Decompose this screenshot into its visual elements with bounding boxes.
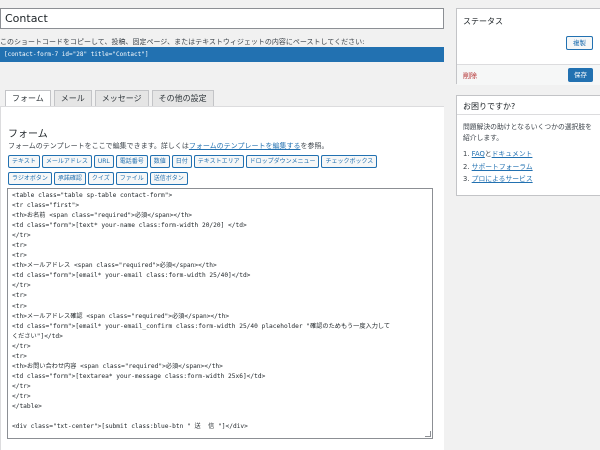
tag-button-acceptance[interactable]: 承諾確認: [53, 172, 86, 185]
tab-mail[interactable]: メール: [53, 90, 92, 107]
tag-button-quiz[interactable]: クイズ: [87, 172, 114, 185]
form-template-code: <table class="table sp-table contact-for…: [12, 192, 391, 431]
list-item: 1. FAQとドキュメント: [463, 148, 533, 161]
tag-button-submit[interactable]: 送信ボタン: [149, 172, 188, 185]
help-box: お困りですか? 問題解決の助けとなるいくつかの選択肢を紹介します。 1. FAQ…: [456, 95, 600, 196]
tag-generator-row-2: ラジオボタン 承諾確認 クイズ ファイル 送信ボタン: [8, 172, 188, 185]
tab-additional-settings[interactable]: その他の設定: [151, 90, 214, 107]
tag-button-radio[interactable]: ラジオボタン: [8, 172, 52, 185]
shortcode-hint: このショートコードをコピーして、投稿、固定ページ、またはテキストウィジェットの内…: [0, 38, 365, 46]
list-item: 2. サポートフォーラム: [463, 161, 533, 174]
list-conjunction: と: [484, 150, 492, 158]
support-forum-link[interactable]: サポートフォーラム: [472, 163, 533, 171]
panel-desc-suffix: を参照。: [300, 142, 329, 150]
docs-link[interactable]: ドキュメント: [492, 150, 533, 158]
help-divider: [457, 114, 600, 115]
editor-tabs: フォーム メール メッセージ その他の設定: [5, 90, 214, 108]
form-template-help-link[interactable]: フォームのテンプレートを編集する: [189, 142, 301, 150]
save-button[interactable]: 保存: [568, 68, 593, 82]
list-number: 2.: [463, 162, 470, 171]
tag-button-textarea[interactable]: テキストエリア: [193, 155, 244, 168]
form-template-textarea[interactable]: <table class="table sp-table contact-for…: [7, 188, 433, 439]
list-item: 3. プロによるサービス: [463, 173, 533, 186]
help-links: 1. FAQとドキュメント 2. サポートフォーラム 3. プロによるサービス: [463, 148, 533, 186]
panel-description: フォームのテンプレートをここで編集できます。詳しくはフォームのテンプレートを編集…: [8, 141, 328, 151]
tag-button-checkbox[interactable]: チェックボックス: [321, 155, 378, 168]
tag-button-text[interactable]: テキスト: [8, 155, 40, 168]
list-number: 3.: [463, 175, 470, 183]
status-box: ステータス 複製 削除 保存: [456, 8, 600, 85]
tag-button-tel[interactable]: 電話番号: [115, 155, 148, 168]
list-number: 1.: [463, 150, 470, 158]
tab-messages[interactable]: メッセージ: [94, 90, 149, 107]
duplicate-button[interactable]: 複製: [566, 36, 593, 50]
tag-button-number[interactable]: 数値: [149, 155, 170, 168]
panel-desc-prefix: フォームのテンプレートをここで編集できます。詳しくは: [8, 142, 189, 150]
panel-title: フォーム: [8, 129, 48, 140]
tag-generator-row-1: テキスト メールアドレス URL 電話番号 数値 日付 テキストエリア ドロップ…: [8, 155, 378, 168]
status-title: ステータス: [463, 17, 503, 26]
tag-button-url[interactable]: URL: [93, 155, 114, 168]
faq-link[interactable]: FAQ: [472, 150, 485, 158]
shortcode-field[interactable]: [contact-form-7 id="28" title="Contact"]: [0, 47, 444, 62]
tag-button-date[interactable]: 日付: [171, 155, 192, 168]
resize-handle-icon[interactable]: [425, 431, 431, 437]
tag-button-email[interactable]: メールアドレス: [41, 155, 92, 168]
help-title: お困りですか?: [463, 102, 516, 111]
delete-link[interactable]: 削除: [463, 71, 477, 81]
form-title-input[interactable]: Contact: [0, 8, 444, 29]
tag-button-file[interactable]: ファイル: [115, 172, 148, 185]
professional-services-link[interactable]: プロによるサービス: [472, 175, 533, 183]
help-text: 問題解決の助けとなるいくつかの選択肢を紹介します。: [463, 123, 592, 142]
status-actions: 削除 保存: [457, 64, 600, 85]
tag-button-dropdown[interactable]: ドロップダウンメニュー: [245, 155, 320, 168]
